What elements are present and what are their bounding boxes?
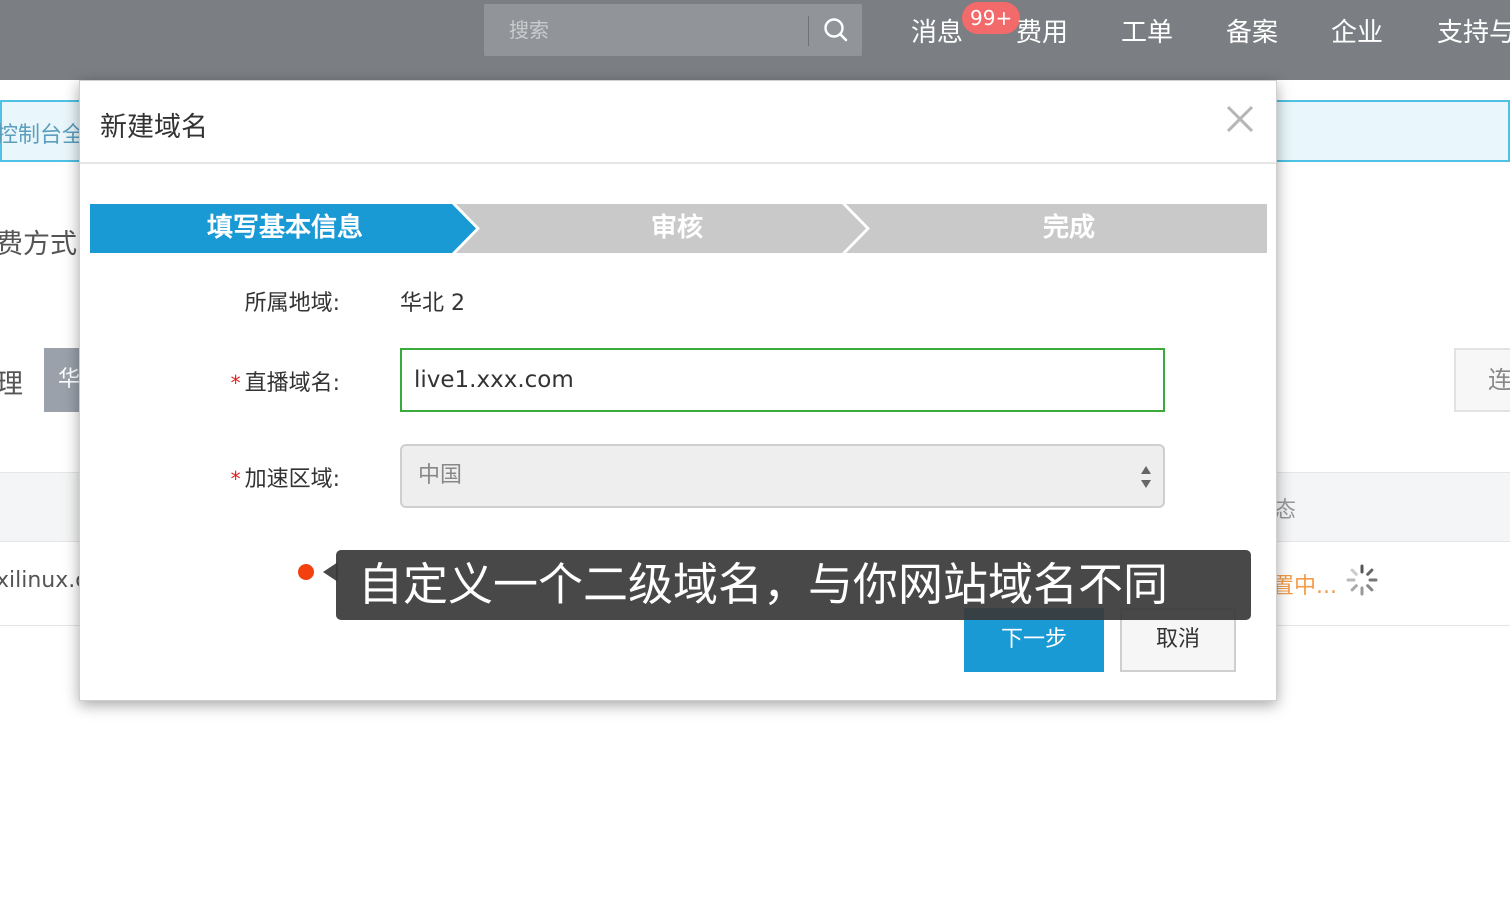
nav-enterprise[interactable]: 企业 (1331, 12, 1383, 49)
select-arrows-icon (1141, 466, 1151, 488)
nav-support[interactable]: 支持与 (1437, 12, 1510, 49)
manage-label: 理 (0, 369, 23, 400)
acceleration-area-label-text: 加速区域: (244, 467, 340, 492)
annotation-dot (298, 564, 314, 580)
acceleration-area-value: 中国 (418, 463, 463, 488)
billing-method-label: 费方式: (0, 229, 87, 260)
step-fill-basic-info: 填写基本信息 (206, 213, 363, 243)
step-review: 审核 (650, 213, 703, 243)
nav-tickets[interactable]: 工单 (1121, 12, 1173, 49)
row-domain-name[interactable]: xilinux.c (0, 568, 87, 593)
search-button[interactable] (809, 4, 862, 56)
region-value: 华北 2 (400, 291, 465, 316)
top-navigation-bar: 消息 99+ 费用 工单 备案 企业 支持与 (0, 0, 1510, 80)
search-box (484, 4, 862, 56)
acceleration-area-select[interactable]: 中国 (400, 444, 1165, 508)
nav-icp-filing[interactable]: 备案 (1226, 12, 1278, 49)
acceleration-area-label: * 加速区域: (80, 461, 340, 493)
annotation-caption: 自定义一个二级域名，与你网站域名不同 (336, 550, 1251, 620)
region-label: 所属地域: (244, 291, 340, 316)
search-icon (823, 18, 847, 42)
dialog-header-divider (80, 162, 1276, 164)
nav-billing[interactable]: 费用 (1016, 12, 1068, 49)
close-button[interactable] (1220, 99, 1260, 139)
live-domain-input[interactable] (400, 348, 1165, 412)
search-input[interactable] (484, 4, 808, 56)
step-progress: 填写基本信息 审核 完成 (90, 204, 1267, 253)
close-icon (1226, 105, 1254, 133)
loading-spinner-icon (1346, 564, 1378, 596)
live-domain-label: * 直播域名: (80, 365, 340, 397)
step-complete: 完成 (1042, 213, 1095, 243)
dialog-title: 新建域名 (100, 112, 208, 143)
required-mark: * (230, 467, 241, 491)
notice-text: 控制台全 (0, 123, 85, 148)
row-status: 置中... (1272, 574, 1337, 599)
live-domain-label-text: 直播域名: (244, 371, 340, 396)
connect-button[interactable]: 连 (1454, 348, 1510, 412)
required-mark: * (230, 371, 241, 395)
messages-count-badge: 99+ (962, 2, 1021, 34)
status-column-header: 态 (1274, 498, 1297, 523)
nav-messages[interactable]: 消息 (911, 12, 963, 49)
